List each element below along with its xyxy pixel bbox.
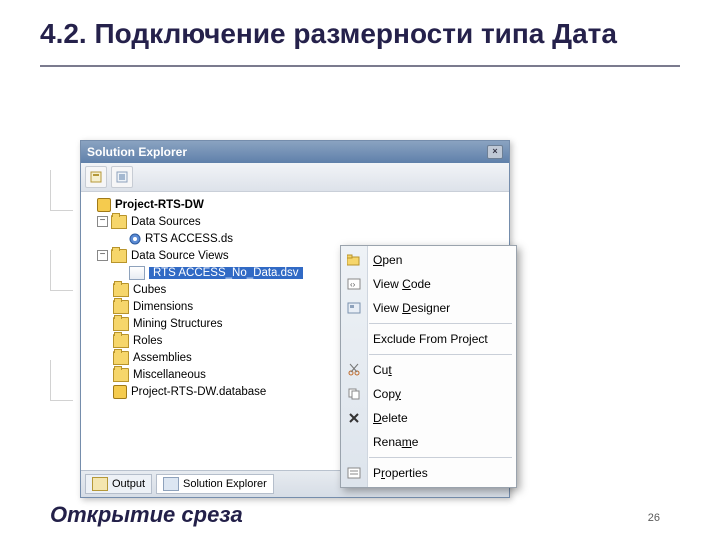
ctx-view-code[interactable]: ‹› View Code [341,272,516,296]
divider [40,65,680,67]
ctx-label: Delete [373,411,408,425]
folder-icon [113,368,129,382]
folder-icon [113,351,129,365]
folder-icon [113,300,129,314]
tree-project-root[interactable]: Project-RTS-DW [81,196,509,213]
folder-icon [113,317,129,331]
designer-icon [346,300,362,316]
ctx-cut[interactable]: Cut [341,358,516,382]
folder-icon [113,283,129,297]
tab-solution-explorer[interactable]: Solution Explorer [156,474,274,494]
context-menu-separator [369,354,512,355]
ctx-open[interactable]: Open [341,248,516,272]
datasource-icon [129,233,141,245]
context-menu-separator [369,457,512,458]
panel-titlebar: Solution Explorer × [81,141,509,163]
item-label: RTS ACCESS.ds [145,233,233,245]
node-label: Cubes [133,284,166,296]
svg-text:‹›: ‹› [350,280,356,289]
node-label: Miscellaneous [133,369,206,381]
panel-toolbar [81,163,509,192]
slide-caption: Открытие среза [50,502,243,528]
properties-icon [90,171,102,183]
ctx-properties[interactable]: Properties [341,461,516,485]
open-icon [346,252,362,268]
context-menu-separator [369,323,512,324]
cut-icon [346,362,362,378]
copy-icon [346,386,362,402]
context-menu[interactable]: Open ‹› View Code View Designer Exclude … [340,245,517,488]
selected-item-label: RTS ACCESS_No_Data.dsv [149,267,303,279]
node-label: Mining Structures [133,318,222,330]
tab-output[interactable]: Output [85,474,152,494]
ctx-label: View Designer [373,301,450,315]
dsv-icon [129,266,145,280]
project-icon [97,198,111,212]
decorative-outline [50,170,80,490]
close-icon[interactable]: × [487,145,503,159]
database-icon [113,385,127,399]
toolbar-btn-2[interactable] [111,166,133,188]
expander-minus-icon[interactable]: − [97,250,108,261]
ctx-label: Exclude From Project [373,332,488,346]
ctx-copy[interactable]: Copy [341,382,516,406]
node-label: Data Sources [131,216,201,228]
ctx-rename[interactable]: Rename [341,430,516,454]
show-all-icon [116,171,128,183]
solution-explorer-icon [163,477,179,491]
node-label: Data Source Views [131,250,229,262]
node-label: Dimensions [133,301,193,313]
tab-label: Solution Explorer [183,478,267,490]
ctx-delete[interactable]: Delete [341,406,516,430]
toolbar-btn-1[interactable] [85,166,107,188]
folder-icon [111,249,127,263]
page-number: 26 [648,512,660,524]
folder-icon [113,334,129,348]
delete-icon [346,410,362,426]
code-icon: ‹› [346,276,362,292]
panel-title: Solution Explorer [87,145,187,159]
ctx-label: Open [373,253,402,267]
ctx-label: Properties [373,466,428,480]
properties-icon [346,465,362,481]
folder-icon [111,215,127,229]
slide-title: 4.2. Подключение размерности типа Дата [0,0,720,59]
ctx-view-designer[interactable]: View Designer [341,296,516,320]
ctx-label: Copy [373,387,401,401]
tab-label: Output [112,478,145,490]
item-label: Project-RTS-DW.database [131,386,266,398]
node-label: Assemblies [133,352,192,364]
ctx-label: View Code [373,277,431,291]
project-label: Project-RTS-DW [115,199,204,211]
output-icon [92,477,108,491]
expander-minus-icon[interactable]: − [97,216,108,227]
ctx-label: Rename [373,435,418,449]
ctx-label: Cut [373,363,392,377]
tree-node-data-sources[interactable]: − Data Sources [81,213,509,230]
ctx-exclude[interactable]: Exclude From Project [341,327,516,351]
node-label: Roles [133,335,162,347]
